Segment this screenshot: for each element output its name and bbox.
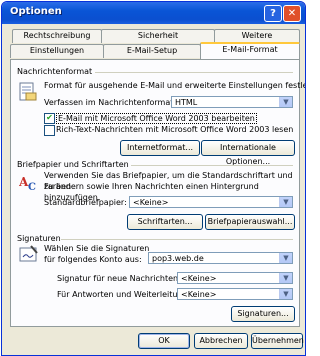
section-title-briefpapier: Briefpapier und Schriftarten — [17, 160, 129, 169]
section-title-signaturen: Signaturen — [17, 234, 61, 243]
tab-panel: Nachrichtenformat Format für ausgehende … — [10, 59, 305, 327]
signaturen-description-line2: für folgendes Konto aus: — [44, 255, 142, 264]
signature-pen-icon — [19, 245, 38, 262]
chevron-down-icon: ▼ — [279, 289, 292, 299]
reply-signature-select[interactable]: <Keine> ▼ — [177, 288, 293, 300]
format-label: Verfassen im Nachrichtenformat: — [44, 98, 177, 107]
options-dialog: Optionen ? ✕ Rechtschreibung Sicherheit … — [1, 1, 306, 356]
standard-stationery-select[interactable]: <Keine> ▼ — [129, 196, 293, 208]
internet-format-button[interactable]: Internetformat... — [120, 140, 200, 156]
reply-signature-value: <Keine> — [181, 290, 217, 299]
checkbox-word-read[interactable] — [44, 125, 55, 136]
help-button[interactable]: ? — [264, 5, 282, 22]
divider — [61, 239, 293, 240]
window-title: Optionen — [10, 6, 62, 17]
stationery-picker-button[interactable]: Briefpapierauswahl... — [205, 214, 295, 230]
new-message-signature-select[interactable]: <Keine> ▼ — [177, 272, 293, 284]
section-title-nachrichtenformat: Nachrichtenformat — [17, 67, 93, 76]
account-select-value: pop3.web.de — [152, 254, 204, 263]
mail-format-icon — [19, 82, 37, 101]
new-message-signature-label: Signatur für neue Nachrichten: — [57, 274, 181, 283]
format-select[interactable]: HTML ▼ — [171, 96, 293, 108]
chevron-down-icon: ▼ — [279, 97, 292, 107]
international-options-button[interactable]: Internationale Optionen... — [201, 140, 295, 166]
checkbox-word-edit-label: E-Mail mit Microsoft Office Word 2003 be… — [56, 113, 257, 124]
nachrichtenformat-description: Format für ausgehende E-Mail und erweite… — [44, 81, 306, 90]
tab-einstellungen[interactable]: Einstellungen — [10, 44, 104, 58]
title-bar: Optionen ? ✕ — [2, 2, 305, 24]
ok-button[interactable]: OK — [138, 333, 190, 349]
tab-weitere[interactable]: Weitere — [214, 29, 300, 43]
format-select-value: HTML — [175, 98, 198, 107]
svg-text:C: C — [28, 182, 36, 193]
close-button[interactable]: ✕ — [283, 5, 301, 22]
divider — [95, 72, 293, 73]
checkbox-word-read-label: Rich-Text-Nachrichten mit Microsoft Offi… — [56, 125, 294, 134]
standard-stationery-label: Standardbriefpapier: — [44, 198, 127, 207]
tab-email-format[interactable]: E-Mail-Format — [200, 42, 300, 59]
checkbox-word-edit[interactable]: ✔ — [44, 113, 55, 124]
chevron-down-icon: ▼ — [279, 197, 292, 207]
chevron-down-icon: ▼ — [279, 273, 292, 283]
chevron-down-icon: ▼ — [279, 253, 292, 263]
fonts-button[interactable]: Schriftarten... — [127, 214, 203, 230]
stationery-fonts-icon: A C — [19, 175, 36, 193]
apply-button[interactable]: Übernehmen — [251, 333, 304, 349]
cancel-button[interactable]: Abbrechen — [194, 333, 248, 349]
divider — [131, 165, 293, 166]
tab-rechtschreibung[interactable]: Rechtschreibung — [12, 29, 102, 43]
tab-email-setup[interactable]: E-Mail-Setup — [103, 44, 201, 58]
account-select[interactable]: pop3.web.de ▼ — [148, 252, 293, 264]
signaturen-description-line1: Wählen Sie die Signaturen — [44, 244, 150, 253]
new-message-signature-value: <Keine> — [181, 274, 217, 283]
tab-sicherheit[interactable]: Sicherheit — [101, 29, 215, 43]
standard-stationery-value: <Keine> — [133, 198, 169, 207]
signatures-button[interactable]: Signaturen... — [231, 306, 295, 322]
